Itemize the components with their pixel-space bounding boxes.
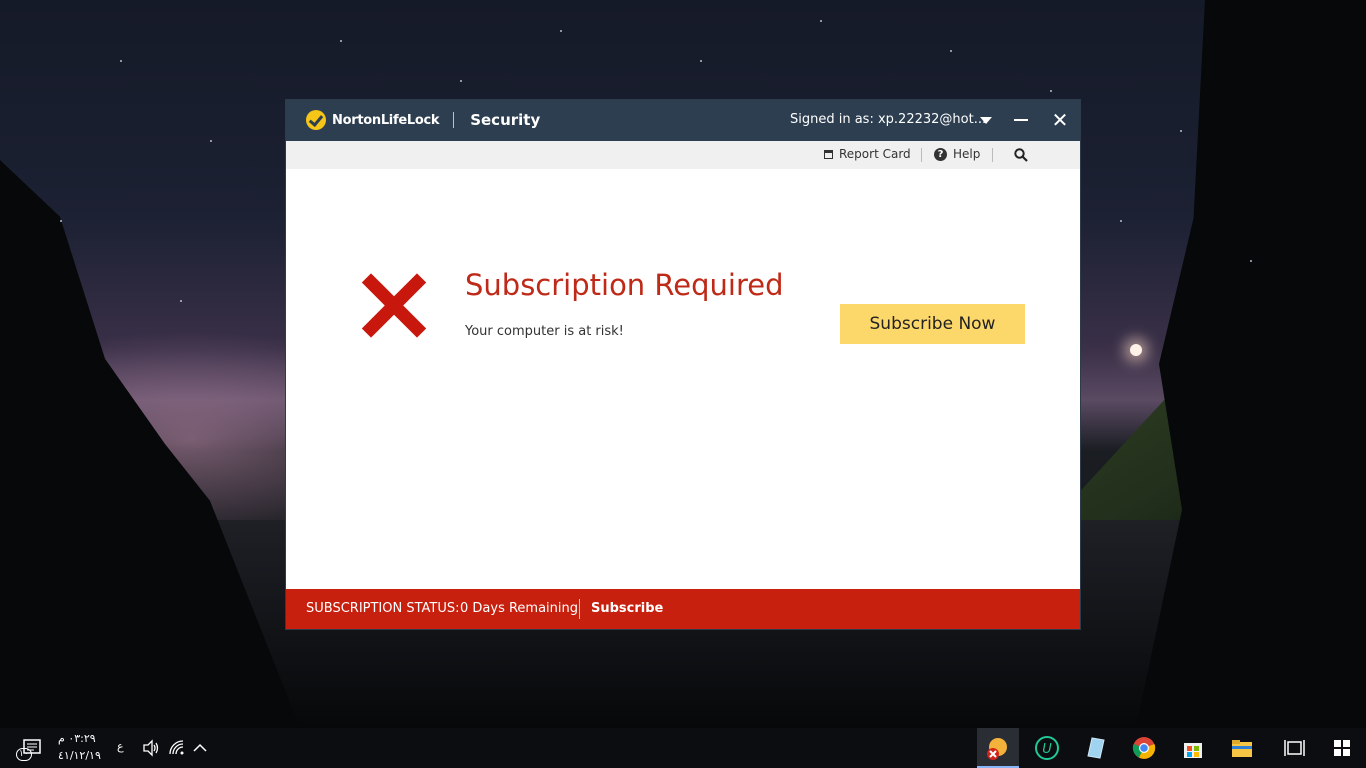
- report-card-label: Report Card: [839, 147, 911, 161]
- show-hidden-icons-chevron-up-icon[interactable]: [190, 738, 210, 758]
- risk-message: Your computer is at risk!: [465, 324, 624, 339]
- task-view-icon[interactable]: [1280, 734, 1308, 762]
- toolbar: Report Card ? Help: [286, 141, 1080, 169]
- subscription-title: Subscription Required: [465, 268, 784, 302]
- taskbar: ١٠ ٠٣:٢٩ م ٤١/١٢/١٩ ع U: [0, 728, 1366, 768]
- file-explorer-app-icon[interactable]: [1228, 734, 1256, 762]
- minimize-button[interactable]: [1008, 108, 1034, 132]
- norton-logo: NortonLifeLock Security: [306, 110, 540, 130]
- input-language[interactable]: ع: [117, 740, 124, 753]
- subscription-status-bar: SUBSCRIPTION STATUS: 0 Days Remaining Su…: [286, 589, 1080, 629]
- help-label: Help: [953, 147, 981, 161]
- chrome-app-icon[interactable]: [1130, 734, 1158, 762]
- norton-window: NortonLifeLock Security Signed in as: xp…: [286, 100, 1080, 629]
- report-card-button[interactable]: Report Card: [824, 147, 911, 161]
- norton-checkmark-icon: [306, 110, 326, 130]
- search-icon[interactable]: [1014, 148, 1028, 162]
- clock-time[interactable]: ٠٣:٢٩ م: [58, 732, 96, 745]
- status-divider: [579, 599, 580, 619]
- wifi-icon[interactable]: [167, 738, 187, 758]
- title-bar: NortonLifeLock Security Signed in as: xp…: [286, 100, 1080, 141]
- subscribe-now-button[interactable]: Subscribe Now: [840, 304, 1025, 344]
- svg-text:U: U: [1042, 742, 1052, 757]
- norton-app-icon[interactable]: [984, 734, 1012, 762]
- brand-name: NortonLifeLock: [332, 112, 440, 128]
- clock-date[interactable]: ٤١/١٢/١٩: [58, 749, 101, 762]
- red-x-icon: [361, 272, 427, 338]
- notification-count-badge: ١٠: [16, 748, 32, 761]
- store-app-icon[interactable]: [1179, 734, 1207, 762]
- days-remaining: 0 Days Remaining: [460, 601, 579, 616]
- start-icon[interactable]: [1328, 734, 1356, 762]
- signed-in-account[interactable]: Signed in as: xp.22232@hot...: [790, 112, 986, 127]
- product-name: Security: [470, 111, 541, 129]
- title-divider: [453, 112, 455, 128]
- volume-icon[interactable]: [141, 738, 161, 758]
- chevron-down-icon[interactable]: [980, 117, 992, 124]
- help-button[interactable]: ? Help: [934, 147, 980, 161]
- status-label: SUBSCRIPTION STATUS:: [306, 601, 460, 616]
- subscribe-link[interactable]: Subscribe: [591, 601, 663, 616]
- toolbar-divider: [992, 148, 993, 162]
- uplay-app-icon[interactable]: U: [1033, 734, 1061, 762]
- report-card-icon: [824, 149, 833, 159]
- close-icon[interactable]: ✕: [1048, 108, 1072, 132]
- notes-app-icon[interactable]: [1081, 734, 1109, 762]
- toolbar-divider: [921, 148, 922, 162]
- help-icon: ?: [934, 147, 947, 161]
